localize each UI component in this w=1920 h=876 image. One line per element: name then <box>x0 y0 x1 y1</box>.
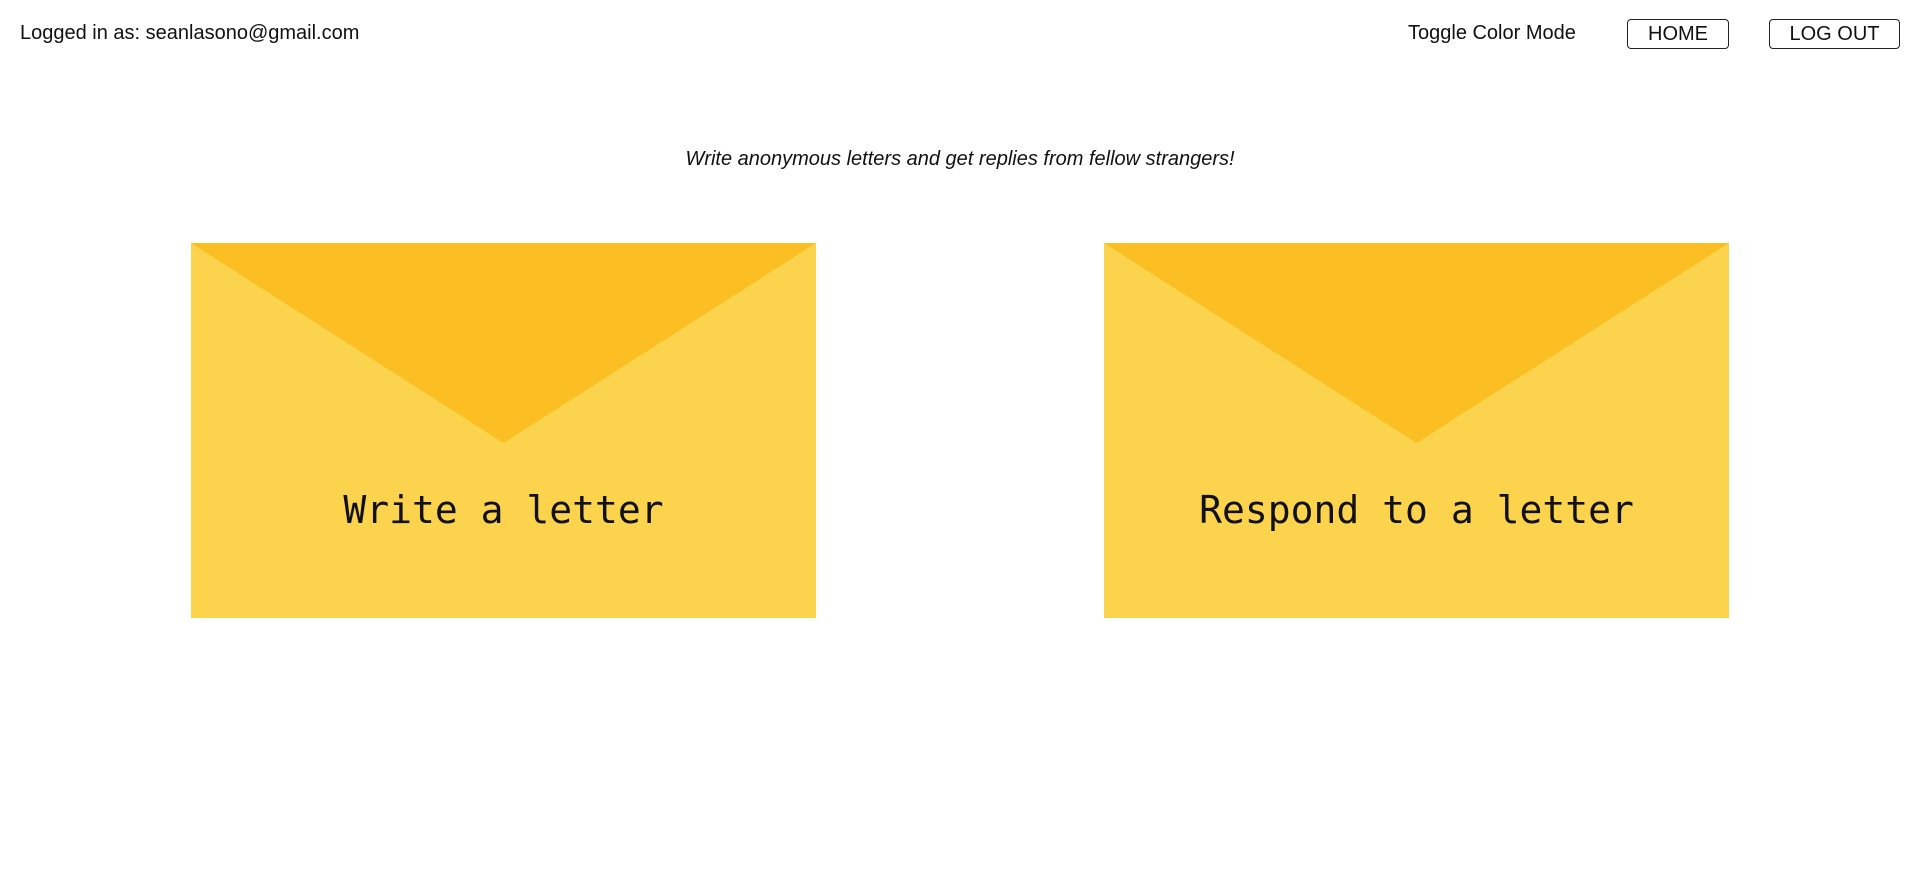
toggle-color-mode-link[interactable]: Toggle Color Mode <box>1408 20 1576 46</box>
tagline: Write anonymous letters and get replies … <box>685 148 1235 170</box>
logout-button[interactable]: LOG OUT <box>1769 19 1900 49</box>
respond-letter-label: Respond to a letter <box>1199 488 1634 532</box>
envelope-icon <box>191 243 816 443</box>
write-letter-label: Write a letter <box>343 488 664 532</box>
envelope-icon <box>1104 243 1729 443</box>
respond-letter-card[interactable]: Respond to a letter <box>1104 243 1729 618</box>
top-navbar: Logged in as: seanlasono@gmail.com Toggl… <box>0 0 1920 70</box>
home-button[interactable]: HOME <box>1627 19 1729 49</box>
write-letter-card[interactable]: Write a letter <box>191 243 816 618</box>
login-status-text: Logged in as: seanlasono@gmail.com <box>20 22 360 44</box>
